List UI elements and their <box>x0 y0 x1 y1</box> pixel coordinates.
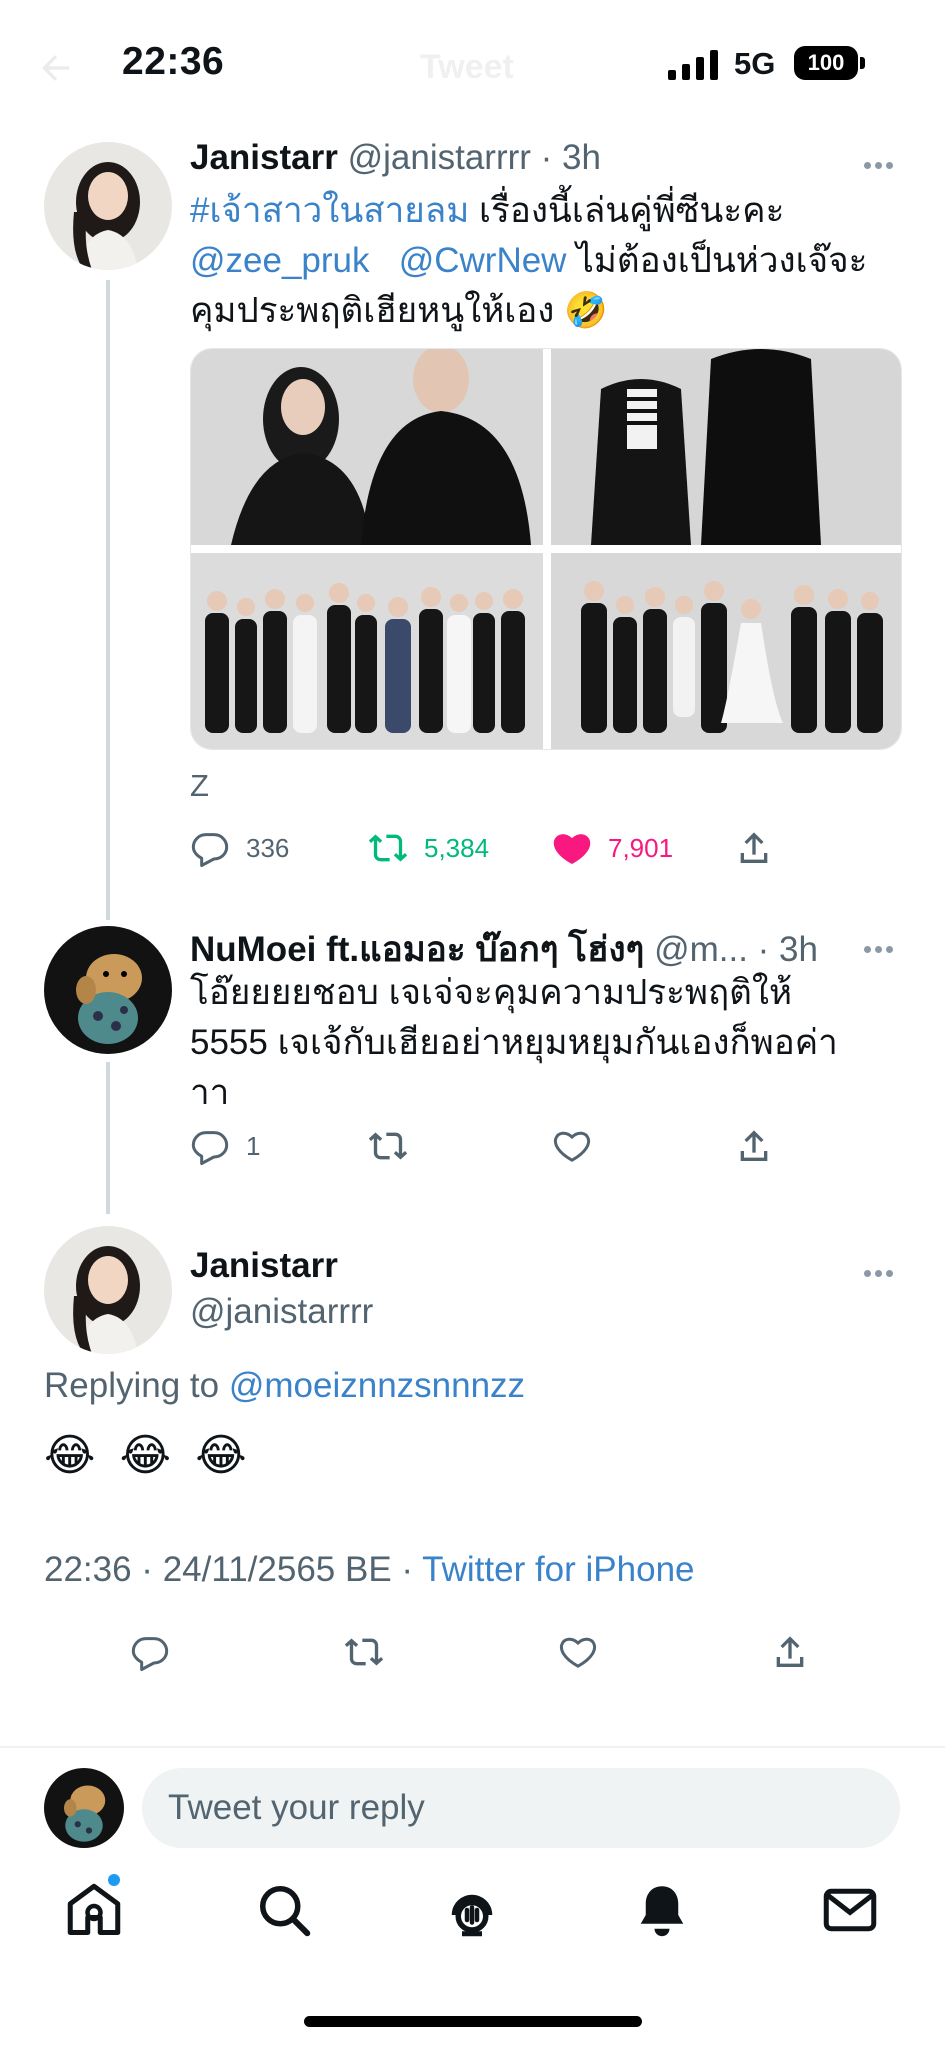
home-icon <box>67 1883 121 1935</box>
tweet-text-line2: ไม่ต้องเป็นห่วงเจ๊จะ <box>566 241 868 280</box>
reply-icon <box>191 833 229 867</box>
tab-search[interactable] <box>254 1880 314 1940</box>
tweet-text-line1: เรื่องนี้เล่นคู่พี่ซีนะคะ <box>469 191 785 230</box>
tweet-actions: 336 5,384 7,901 <box>190 828 910 872</box>
media-caption: Z <box>190 768 209 803</box>
share-button[interactable] <box>734 1126 774 1166</box>
heart-icon <box>554 1131 590 1162</box>
author-name[interactable]: NuMoei ft.แอมอะ บ๊อกๆ โฮ่งๆ <box>190 930 644 969</box>
hashtag-link[interactable]: #เจ้าสาวในสายลม <box>190 191 469 230</box>
messages-icon <box>823 1888 877 1932</box>
reply-button[interactable] <box>130 1632 170 1672</box>
page-title: Tweet <box>420 48 514 86</box>
tweet-time: · 3h <box>757 930 818 969</box>
avatar[interactable] <box>44 142 172 270</box>
like-button[interactable]: 7,901 <box>552 828 673 868</box>
reply-icon <box>191 1131 229 1165</box>
retweet-count: 5,384 <box>424 832 490 863</box>
replying-to: Replying to @moeiznnzsnnnzz <box>44 1366 525 1406</box>
reply-icon <box>131 1637 169 1671</box>
tweet-timestamp: 22:36 · 24/11/2565 BE · <box>44 1550 423 1589</box>
signal-icon <box>668 50 718 80</box>
author-name[interactable]: Janistarr <box>190 138 338 177</box>
tweet-actions: 1 <box>190 1126 910 1170</box>
author-handle[interactable]: @m... <box>654 930 748 969</box>
retweet-icon <box>368 1132 408 1160</box>
reply-input[interactable]: Tweet your reply <box>142 1768 900 1848</box>
tab-home[interactable] <box>64 1874 124 1940</box>
retweet-button[interactable] <box>368 1126 408 1166</box>
battery-tip <box>860 57 865 69</box>
mention-link[interactable]: @CwrNew <box>399 241 567 280</box>
more-options-icon[interactable] <box>864 156 898 169</box>
like-button[interactable] <box>558 1632 598 1672</box>
notifications-icon <box>640 1886 684 1937</box>
divider <box>0 1746 945 1748</box>
retweet-icon <box>344 1638 384 1666</box>
tweet-text: โอ๊ยยยยชอบ เจเจ่จะคุมความประพฤติให้ 5555… <box>190 968 910 1118</box>
media-photo[interactable] <box>551 553 901 749</box>
share-button[interactable] <box>770 1632 810 1672</box>
author-handle[interactable]: @janistarrrr <box>348 138 531 177</box>
main-tweet-actions <box>0 1632 945 1676</box>
tweet-text: #เจ้าสาวในสายลม เรื่องนี้เล่นคู่พี่ซีนะค… <box>190 186 910 336</box>
avatar <box>44 1768 124 1848</box>
network-type: 5G <box>734 46 776 81</box>
share-icon <box>776 1636 804 1667</box>
author-name[interactable]: Janistarr <box>190 1246 338 1286</box>
retweet-button[interactable] <box>344 1632 384 1672</box>
media-photo[interactable] <box>191 349 543 545</box>
tweet-text-line2: 5555 เจเจ้กับเฮียอย่าหยุมหยุมกันเองก็พอค… <box>190 1023 838 1062</box>
tweet-text-line3: าา <box>190 1073 230 1112</box>
avatar[interactable] <box>44 926 172 1054</box>
tweet-author-line: Janistarr @janistarrrr · 3h <box>190 138 601 178</box>
tweet-source-link[interactable]: Twitter for iPhone <box>422 1550 694 1589</box>
share-icon <box>740 832 768 863</box>
share-icon <box>740 1130 768 1161</box>
tweet-time: · 3h <box>540 138 601 177</box>
back-arrow-icon[interactable] <box>36 48 76 88</box>
more-options-icon[interactable] <box>864 1264 898 1277</box>
battery-level: 100 <box>794 46 858 80</box>
search-icon <box>260 1886 311 1937</box>
more-options-icon[interactable] <box>864 940 898 953</box>
retweet-icon <box>368 834 408 862</box>
heart-filled-icon <box>553 834 591 864</box>
replying-to-handle[interactable]: @moeiznnzsnnnzz <box>229 1366 525 1405</box>
battery-icon: 100 <box>794 46 866 80</box>
tab-bar <box>0 1874 945 2000</box>
share-button[interactable] <box>734 828 774 868</box>
reply-count: 1 <box>246 1130 261 1161</box>
media-photo[interactable] <box>191 553 543 749</box>
home-indicator <box>304 2016 642 2027</box>
replying-to-label: Replying to <box>44 1366 220 1405</box>
like-count: 7,901 <box>608 832 674 863</box>
media-grid <box>190 348 902 750</box>
mention-link[interactable]: @zee_pruk <box>190 241 370 280</box>
heart-icon <box>560 1637 596 1668</box>
tweet-text-line1: โอ๊ยยยยชอบ เจเจ่จะคุมความประพฤติให้ <box>190 973 793 1012</box>
avatar[interactable] <box>44 1226 172 1354</box>
status-bar: 22:36 Tweet 5G 100 <box>0 0 945 130</box>
thread-line <box>106 280 110 920</box>
author-handle[interactable]: @janistarrrr <box>190 1292 373 1332</box>
retweet-button[interactable]: 5,384 <box>368 828 489 868</box>
notification-dot <box>108 1874 120 1886</box>
tweet-metadata: 22:36 · 24/11/2565 BE · Twitter for iPho… <box>44 1550 695 1590</box>
reply-button[interactable]: 336 <box>190 828 289 868</box>
tab-notifications[interactable] <box>632 1880 692 1940</box>
like-button[interactable] <box>552 1126 592 1166</box>
reply-count: 336 <box>246 832 290 863</box>
tweet-text: 😂 😂 😂 <box>44 1431 253 1480</box>
thread-line <box>106 1062 110 1214</box>
spaces-icon <box>451 1894 493 1937</box>
status-time: 22:36 <box>122 40 225 83</box>
tweet-text-line3: คุมประพฤติเฮียหนูให้เอง 🤣 <box>190 291 608 330</box>
tab-messages[interactable] <box>820 1880 880 1940</box>
tab-spaces[interactable] <box>442 1880 502 1940</box>
media-photo[interactable] <box>551 349 901 545</box>
reply-button[interactable]: 1 <box>190 1126 260 1166</box>
